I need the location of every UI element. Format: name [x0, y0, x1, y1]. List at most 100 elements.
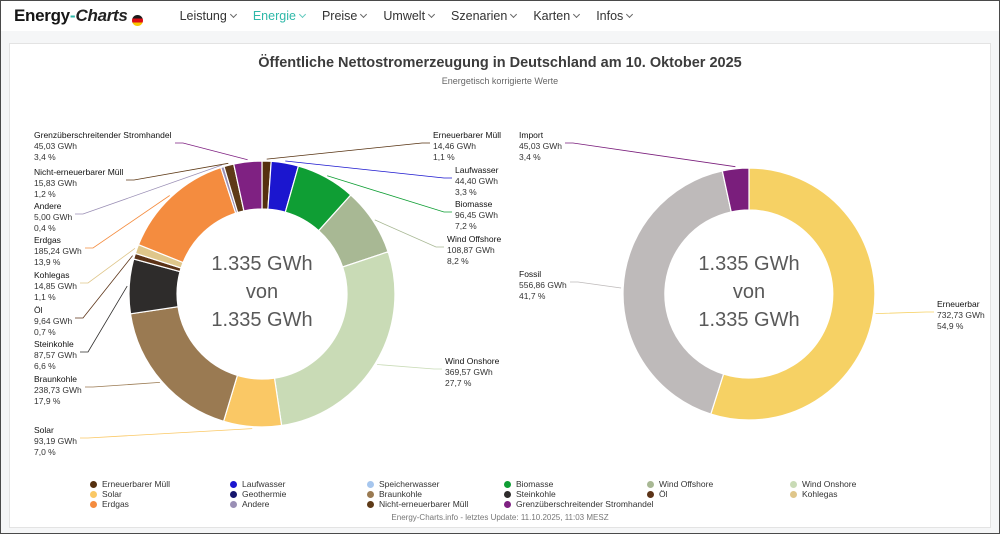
legend-dot-oel — [647, 490, 654, 498]
legend-item-steinkohle[interactable]: Steinkohle — [504, 489, 654, 499]
segment-label-andere: Andere 5,00 GWh 0,4 % — [34, 201, 73, 233]
segment-label-braunkohle: Braunkohle 238,73 GWh 17,9 % — [34, 374, 82, 406]
legend-column: Speicherwasser Braunkohle Nicht-erneuerbar… — [367, 479, 468, 509]
legend-item-laufwasser[interactable]: Laufwasser — [230, 479, 286, 489]
german-flag-icon — [131, 14, 143, 26]
legend-column: Laufwasser Geothermie Andere — [230, 479, 286, 509]
legend-column: Wind Onshore Kohlegas — [790, 479, 856, 499]
energy-charts-logo[interactable]: Energy - Charts — [14, 6, 143, 26]
legend-label: Erdgas — [102, 499, 129, 509]
browser-frame: Energy - Charts Leistung Energie Preise Umw… — [0, 0, 1000, 534]
segment-label-biomasse: Biomasse 96,45 GWh 7,2 % — [455, 199, 498, 231]
logo-text-bold: Energy — [14, 6, 70, 25]
legend-item-grenzueberschreitender-stromhandel[interactable]: Grenzüberschreitender Stromhandel — [504, 499, 654, 509]
nav-item-label: Infos — [596, 9, 624, 23]
label-connector-erneuerbar — [875, 311, 934, 314]
nav-item-leistung[interactable]: Leistung — [180, 9, 237, 23]
update-footer: Energy-Charts.info - letztes Update: 11.… — [391, 513, 609, 522]
legend-dot-nicht-erneuerbarer-muell — [367, 500, 374, 508]
legend-item-biomasse[interactable]: Biomasse — [504, 479, 654, 489]
main-nav: Leistung Energie Preise Umwelt Szenarien Kart… — [180, 9, 634, 23]
logo-text-italic: Charts — [75, 6, 128, 25]
chevron-down-icon — [360, 10, 368, 19]
label-connector-solar — [80, 428, 253, 439]
legend-column: Wind Offshore Öl — [647, 479, 713, 499]
nav-item-label: Umwelt — [383, 9, 426, 23]
legend-dot-biomasse — [504, 480, 511, 488]
nav-item-karten[interactable]: Karten — [533, 9, 581, 23]
legend-label: Erneuerbarer Müll — [102, 479, 171, 489]
legend-item-solar[interactable]: Solar — [90, 489, 170, 499]
legend-dot-laufwasser — [230, 480, 237, 488]
legend-item-kohlegas[interactable]: Kohlegas — [790, 489, 856, 499]
legend-item-oel[interactable]: Öl — [647, 489, 713, 499]
legend-dot-steinkohle — [504, 490, 511, 498]
segment-label-laufwasser: Laufwasser 44,40 GWh 3,3 % — [455, 165, 499, 197]
label-connector-steinkohle — [80, 285, 128, 353]
legend-item-nicht-erneuerbarer-muell[interactable]: Nicht-erneuerbarer Müll — [367, 499, 468, 509]
chevron-down-icon — [510, 10, 518, 19]
legend-dot-kohlegas — [790, 490, 797, 498]
label-connector-erneuerbarer-muell — [266, 142, 430, 160]
legend-item-erneuerbarer-muell[interactable]: Erneuerbarer Müll — [90, 479, 170, 489]
nav-item-infos[interactable]: Infos — [596, 9, 634, 23]
legend-label: Wind Onshore — [802, 479, 857, 489]
legend-label: Wind Offshore — [659, 479, 714, 489]
legend-item-geothermie[interactable]: Geothermie — [230, 489, 286, 499]
nav-item-label: Szenarien — [451, 9, 508, 23]
legend-label: Solar — [102, 489, 122, 499]
pie-segment-erdgas[interactable] — [137, 166, 237, 264]
legend-item-wind-onshore[interactable]: Wind Onshore — [790, 479, 856, 489]
segment-label-solar: Solar 93,19 GWh 7,0 % — [34, 425, 77, 457]
segment-label-grenzueberschreitender-stromhandel: Grenzüberschreitender Stromhandel 45,03 G… — [34, 130, 172, 162]
nav-item-umwelt[interactable]: Umwelt — [383, 9, 436, 23]
chevron-down-icon — [428, 10, 436, 19]
label-connector-import — [565, 142, 736, 168]
legend-item-erdgas[interactable]: Erdgas — [90, 499, 170, 509]
legend-label: Kohlegas — [802, 489, 838, 499]
chevron-down-icon — [626, 10, 634, 19]
legend-dot-wind-offshore — [647, 480, 654, 488]
legend-label: Biomasse — [516, 479, 554, 489]
label-connector-oel — [75, 255, 133, 319]
segment-label-kohlegas: Kohlegas 14,85 GWh 1,1 % — [34, 270, 77, 302]
legend-dot-erdgas — [90, 500, 97, 508]
legend-label: Andere — [242, 499, 270, 509]
segment-label-erdgas: Erdgas 185,24 GWh 13,9 % — [34, 235, 82, 267]
segment-label-fossil: Fossil 556,86 GWh 41,7 % — [519, 269, 567, 301]
legend-item-andere[interactable]: Andere — [230, 499, 286, 509]
chevron-down-icon — [573, 10, 581, 19]
nav-item-label: Karten — [533, 9, 571, 23]
legend-item-braunkohle[interactable]: Braunkohle — [367, 489, 468, 499]
legend-dot-braunkohle — [367, 490, 374, 498]
chart-card: Öffentliche Nettostromerzeugung in Deuts… — [9, 43, 991, 528]
label-connector-grenzueberschreitender-stromhandel — [175, 142, 248, 161]
legend-item-wind-offshore[interactable]: Wind Offshore — [647, 479, 713, 489]
legend-label: Grenzüberschreitender Stromhandel — [516, 499, 654, 509]
segment-label-nicht-erneuerbarer-muell: Nicht-erneuerbarer Müll 15,83 GWh 1,2 % — [34, 167, 124, 199]
page-content: Öffentliche Nettostromerzeugung in Deuts… — [1, 31, 999, 528]
label-connector-braunkohle — [85, 382, 160, 388]
segment-label-erneuerbar: Erneuerbar 732,73 GWh 54,9 % — [937, 299, 985, 331]
nav-item-energie[interactable]: Energie — [252, 9, 306, 23]
legend-dot-erneuerbarer-muell — [90, 480, 97, 488]
label-connector-kohlegas — [80, 247, 136, 284]
legend-label: Speicherwasser — [379, 479, 440, 489]
nav-item-szenarien[interactable]: Szenarien — [451, 9, 518, 23]
nav-item-label: Preise — [321, 9, 358, 23]
chevron-down-icon — [229, 10, 237, 19]
legend-label: Braunkohle — [379, 489, 423, 499]
legend-column: Erneuerbarer Müll Solar Erdgas — [90, 479, 170, 509]
segment-label-oel: Öl 9,64 GWh 0,7 % — [34, 305, 73, 337]
legend-item-speicherwasser[interactable]: Speicherwasser — [367, 479, 468, 489]
legend-dot-solar — [90, 490, 97, 498]
nav-item-preise[interactable]: Preise — [321, 9, 368, 23]
segment-label-wind-onshore: Wind Onshore 369,57 GWh 27,7 % — [445, 356, 500, 388]
legend-label: Steinkohle — [516, 489, 556, 499]
label-connector-fossil — [570, 281, 622, 289]
nav-item-label: Energie — [252, 9, 296, 23]
segment-label-erneuerbarer-muell: Erneuerbarer Müll 14,46 GWh 1,1 % — [433, 130, 502, 162]
legend-label: Nicht-erneuerbarer Müll — [379, 499, 469, 509]
top-nav: Energy - Charts Leistung Energie Preise Umw… — [1, 1, 999, 31]
label-connector-wind-onshore — [377, 364, 442, 370]
